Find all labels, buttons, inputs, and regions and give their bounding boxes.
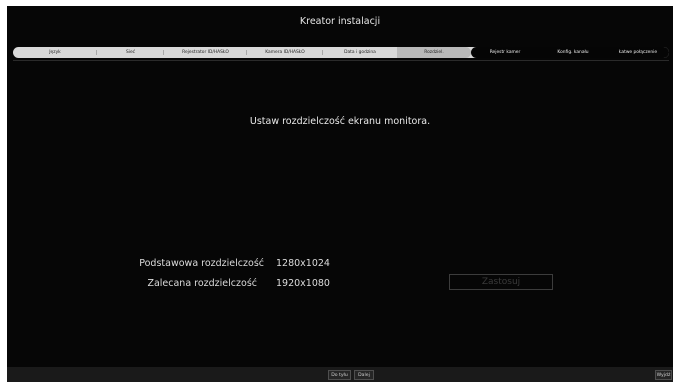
basic-resolution-label: Podstawowa rozdzielczość bbox=[139, 258, 264, 269]
window-title: Kreator instalacji bbox=[299, 16, 381, 27]
step-date-time[interactable]: Data i godzina bbox=[323, 47, 397, 58]
step-resolution[interactable]: Rozdziel. bbox=[397, 47, 471, 58]
basic-resolution-value: 1280x1024 bbox=[276, 258, 330, 269]
next-button[interactable]: Dalej bbox=[354, 370, 374, 380]
step-network[interactable]: Sieć bbox=[97, 47, 164, 58]
step-camera-id-password[interactable]: Kamera ID/HASŁO bbox=[247, 47, 323, 58]
recommended-resolution-value: 1920x1080 bbox=[276, 278, 330, 289]
wizard-steps-bar: Język Sieć Rejestrator ID/HASŁO Kamera I… bbox=[13, 47, 669, 58]
step-camera-registration[interactable]: Rejestr kamer bbox=[471, 47, 539, 58]
step-language[interactable]: Język bbox=[13, 47, 97, 58]
step-channel-config[interactable]: Konfig. kanału bbox=[539, 47, 607, 58]
header-divider bbox=[13, 60, 669, 61]
page-heading: Ustaw rozdzielczość ekranu monitora. bbox=[249, 116, 431, 127]
recommended-resolution-label: Zalecana rozdzielczość bbox=[147, 278, 257, 289]
apply-button[interactable]: Zastosuj bbox=[449, 274, 553, 290]
footer-bar: Do tyłu Dalej Wyjdź bbox=[7, 367, 673, 382]
step-easy-connection[interactable]: Łatwe połączenie bbox=[607, 47, 669, 58]
installation-wizard-window: Kreator instalacji Język Sieć Rejestrato… bbox=[7, 6, 673, 382]
exit-button[interactable]: Wyjdź bbox=[655, 370, 672, 380]
back-button[interactable]: Do tyłu bbox=[328, 370, 351, 380]
step-recorder-id-password[interactable]: Rejestrator ID/HASŁO bbox=[164, 47, 247, 58]
